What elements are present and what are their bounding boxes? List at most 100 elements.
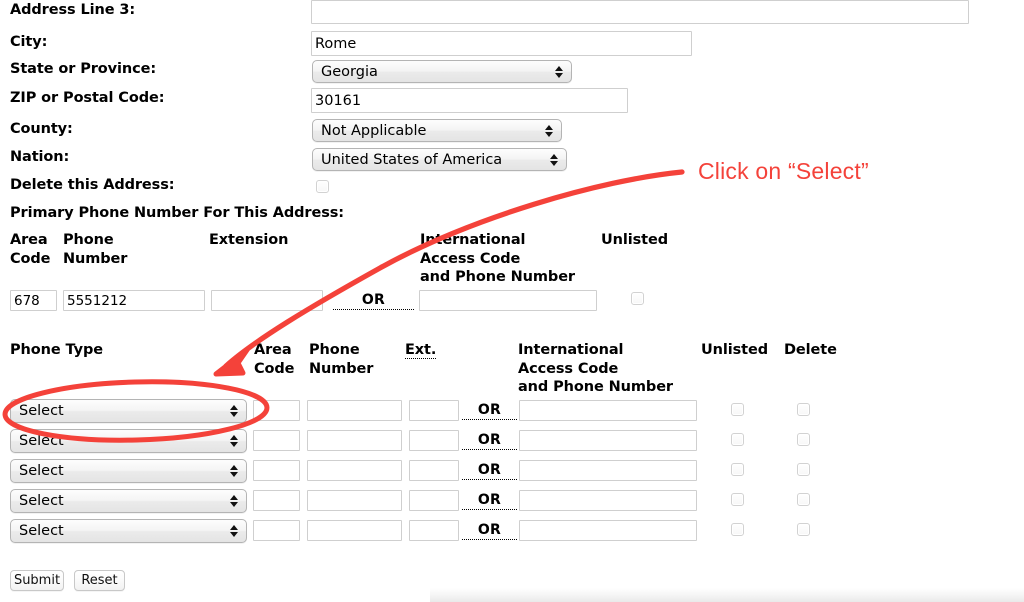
area-code-input-3[interactable] <box>253 460 300 481</box>
chevron-updown-icon <box>229 433 238 449</box>
delete-checkbox-1[interactable] <box>797 403 810 416</box>
reset-button[interactable]: Reset <box>74 570 125 591</box>
area-code-input-4[interactable] <box>253 490 300 511</box>
phone-number-input-3[interactable] <box>307 460 402 481</box>
delete-checkbox-2[interactable] <box>797 433 810 446</box>
delete-checkbox-5[interactable] <box>797 523 810 536</box>
label-zip-or-postal-code: ZIP or Postal Code: <box>10 90 165 106</box>
primary-or-separator: OR <box>333 288 414 310</box>
header-area-code: Area Code <box>254 342 295 377</box>
area-code-input-5[interactable] <box>253 520 300 541</box>
header-ext: Ext. <box>405 341 436 360</box>
header-primary-unlisted: Unlisted <box>601 232 669 248</box>
header-ext-label: Ext. <box>405 342 437 359</box>
phone-type-select-5[interactable]: Select <box>10 519 247 543</box>
header-phone-number: Phone Number <box>309 342 374 377</box>
chevron-updown-icon <box>229 523 238 539</box>
primary-unlisted-checkbox[interactable] <box>631 292 644 305</box>
ext-input-1[interactable] <box>409 400 459 421</box>
header-primary-extension: Extension <box>209 232 289 248</box>
label-delete-this-address: Delete this Address: <box>10 177 175 193</box>
label-address-line-3: Address Line 3: <box>10 2 136 18</box>
address-line-3-input[interactable] <box>311 0 969 24</box>
delete-checkbox-4[interactable] <box>797 493 810 506</box>
or-separator-2: OR <box>462 428 517 450</box>
or-separator-4: OR <box>462 488 517 510</box>
unlisted-checkbox-2[interactable] <box>731 433 744 446</box>
delete-checkbox-3[interactable] <box>797 463 810 476</box>
or-separator-1: OR <box>462 398 517 420</box>
phone-type-value-2: Select <box>19 433 64 449</box>
unlisted-checkbox-5[interactable] <box>731 523 744 536</box>
chevron-updown-icon <box>229 403 238 419</box>
nation-value: United States of America <box>321 151 503 168</box>
label-city: City: <box>10 34 48 50</box>
phone-type-value-5: Select <box>19 523 64 539</box>
unlisted-checkbox-3[interactable] <box>731 463 744 476</box>
primary-or-label: OR <box>333 292 414 310</box>
county-select[interactable]: Not Applicable <box>312 119 562 142</box>
annotation-arrow-head <box>213 347 250 377</box>
header-primary-phone-number: Phone Number <box>63 232 128 267</box>
label-county: County: <box>10 121 73 137</box>
chevron-updown-icon <box>229 493 238 509</box>
or-separator-5: OR <box>462 518 517 540</box>
city-input[interactable] <box>311 31 692 56</box>
delete-this-address-checkbox[interactable] <box>316 180 329 193</box>
phone-type-select-1[interactable]: Select <box>10 399 247 423</box>
phone-number-input-5[interactable] <box>307 520 402 541</box>
header-primary-international: International Access Code and Phone Numb… <box>420 232 575 285</box>
header-phone-type: Phone Type <box>10 342 103 358</box>
international-input-4[interactable] <box>519 490 697 511</box>
label-nation: Nation: <box>10 149 70 165</box>
phone-number-input-1[interactable] <box>307 400 402 421</box>
header-international: International Access Code and Phone Numb… <box>518 342 673 395</box>
phone-number-input-2[interactable] <box>307 430 402 451</box>
submit-button[interactable]: Submit <box>10 570 64 591</box>
header-unlisted: Unlisted <box>701 342 769 358</box>
phone-type-select-4[interactable]: Select <box>10 489 247 513</box>
chevron-updown-icon <box>549 152 558 168</box>
header-delete: Delete <box>784 342 837 358</box>
phone-type-value-1: Select <box>19 403 64 419</box>
ext-input-5[interactable] <box>409 520 459 541</box>
ext-input-3[interactable] <box>409 460 459 481</box>
international-input-5[interactable] <box>519 520 697 541</box>
zip-or-postal-code-input[interactable] <box>311 88 628 113</box>
nation-select[interactable]: United States of America <box>312 148 567 171</box>
ext-input-4[interactable] <box>409 490 459 511</box>
county-value: Not Applicable <box>321 122 427 139</box>
phone-type-value-3: Select <box>19 463 64 479</box>
header-primary-area-code: Area Code <box>10 232 51 267</box>
or-label-4: OR <box>462 492 517 510</box>
international-input-2[interactable] <box>519 430 697 451</box>
phone-type-select-2[interactable]: Select <box>10 429 247 453</box>
unlisted-checkbox-4[interactable] <box>731 493 744 506</box>
or-label-5: OR <box>462 522 517 540</box>
or-separator-3: OR <box>462 458 517 480</box>
state-or-province-value: Georgia <box>321 63 378 80</box>
or-label-2: OR <box>462 432 517 450</box>
primary-area-code-input[interactable] <box>10 290 57 311</box>
ext-input-2[interactable] <box>409 430 459 451</box>
primary-extension-input[interactable] <box>211 290 323 311</box>
state-or-province-select[interactable]: Georgia <box>312 60 572 83</box>
or-label-3: OR <box>462 462 517 480</box>
area-code-input-1[interactable] <box>253 400 300 421</box>
annotation-text: Click on “Select” <box>698 158 869 184</box>
phone-type-value-4: Select <box>19 493 64 509</box>
chevron-updown-icon <box>229 463 238 479</box>
primary-international-input[interactable] <box>419 290 597 311</box>
chevron-updown-icon <box>554 64 563 80</box>
primary-phone-number-input[interactable] <box>63 290 205 311</box>
label-state-or-province: State or Province: <box>10 61 157 77</box>
or-label-1: OR <box>462 402 517 420</box>
area-code-input-2[interactable] <box>253 430 300 451</box>
phone-type-select-3[interactable]: Select <box>10 459 247 483</box>
international-input-1[interactable] <box>519 400 697 421</box>
phone-number-input-4[interactable] <box>307 490 402 511</box>
chevron-updown-icon <box>544 123 553 139</box>
unlisted-checkbox-1[interactable] <box>731 403 744 416</box>
primary-phone-section-title: Primary Phone Number For This Address: <box>10 205 344 221</box>
international-input-3[interactable] <box>519 460 697 481</box>
